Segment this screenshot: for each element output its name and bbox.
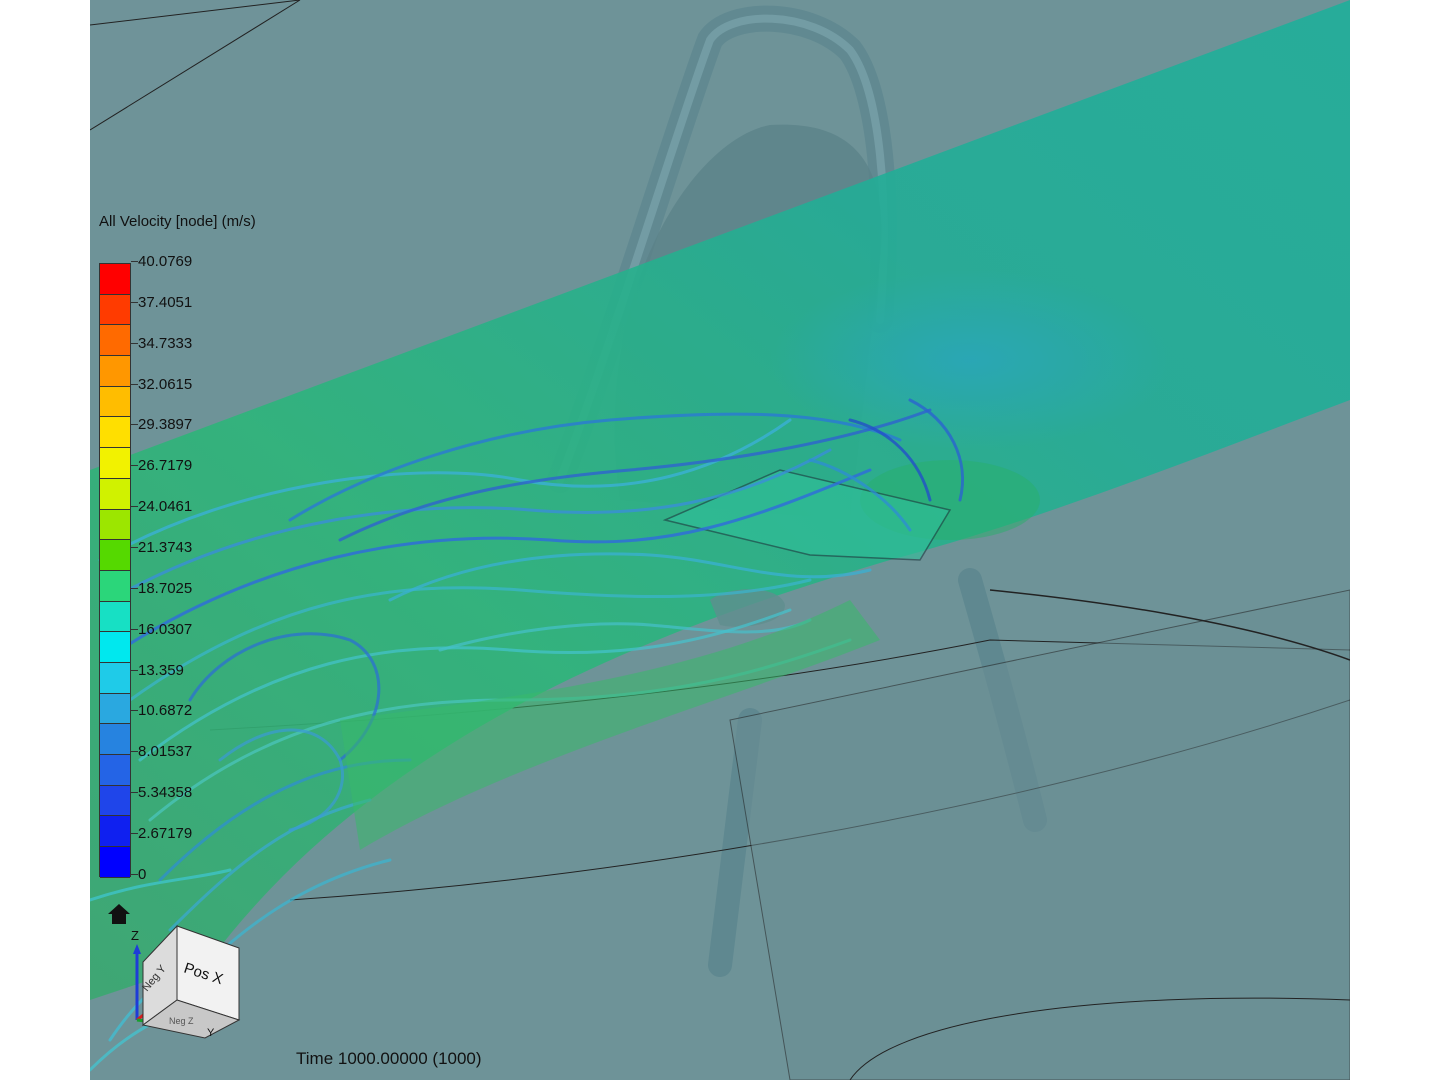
legend-tick [131, 587, 138, 589]
legend-segment [100, 540, 130, 571]
legend-value-label: 10.6872 [138, 702, 193, 720]
legend-segment [100, 570, 130, 602]
legend-color-bar [99, 263, 131, 878]
low-velocity-zone [770, 270, 1170, 450]
legend-tick [131, 383, 138, 385]
legend-value-label: 29.3897 [138, 416, 193, 434]
legend-tick [131, 546, 138, 548]
legend-value-label: 18.7025 [138, 579, 193, 597]
legend-value-label: 32.0615 [138, 375, 193, 393]
legend-tick [131, 342, 138, 344]
legend-segment [100, 816, 130, 848]
legend-value-label: 5.34358 [138, 784, 193, 802]
legend-tick [131, 792, 138, 794]
legend-value-label: 2.67179 [138, 824, 193, 842]
legend-tick [131, 832, 138, 834]
legend-value-label: 0 [138, 865, 147, 883]
legend-title: All Velocity [node] (m/s) [99, 213, 256, 230]
legend-value-label: 24.0461 [138, 498, 193, 516]
legend-tick [131, 465, 138, 467]
legend-value-label: 34.7333 [138, 334, 193, 352]
legend-segment [100, 264, 130, 295]
legend-tick [131, 424, 138, 426]
legend-value-label: 21.3743 [138, 538, 193, 556]
legend-value-label: 8.01537 [138, 743, 193, 761]
legend-tick [131, 261, 138, 262]
time-label: Time 1000.00000 (1000) [296, 1049, 482, 1068]
legend-value-label: 13.359 [138, 661, 184, 679]
legend-tick [131, 669, 138, 671]
legend-segment [100, 417, 130, 449]
legend-segment [100, 785, 130, 817]
legend-segment [100, 509, 130, 541]
legend-segment [100, 294, 130, 326]
axis-z-arrow [133, 944, 141, 954]
legend-segment [100, 632, 130, 663]
legend-value-label: 37.4051 [138, 293, 193, 311]
legend-segment [100, 662, 130, 694]
legend-segment [100, 847, 130, 878]
simulation-scene[interactable] [90, 0, 1350, 1080]
axis-z-label: Z [131, 928, 139, 943]
legend-segment [100, 601, 130, 633]
legend-segment [100, 724, 130, 755]
legend-segment [100, 325, 130, 357]
axis-y-label: Y [207, 1027, 215, 1039]
legend-value-label: 26.7179 [138, 457, 193, 475]
legend-tick [131, 628, 138, 630]
view-cube[interactable]: Pos X Neg Y Neg Z Z Y [123, 920, 243, 1040]
legend-value-label: 40.0769 [138, 253, 193, 270]
legend-segment [100, 356, 130, 387]
legend-tick [131, 506, 138, 508]
legend-segment [100, 478, 130, 510]
legend-segment [100, 448, 130, 479]
legend-segment [100, 386, 130, 418]
legend-tick [131, 301, 138, 303]
legend-value-label: 16.0307 [138, 620, 193, 638]
legend-segment [100, 693, 130, 725]
legend-tick [131, 710, 138, 712]
3d-viewport[interactable]: All Velocity [node] (m/s) 40.0769 37.4051… [90, 0, 1350, 1080]
legend-tick [131, 751, 138, 753]
legend-segment [100, 755, 130, 786]
legend-tick [131, 873, 138, 875]
cube-bottom-label: Neg Z [169, 1016, 194, 1026]
